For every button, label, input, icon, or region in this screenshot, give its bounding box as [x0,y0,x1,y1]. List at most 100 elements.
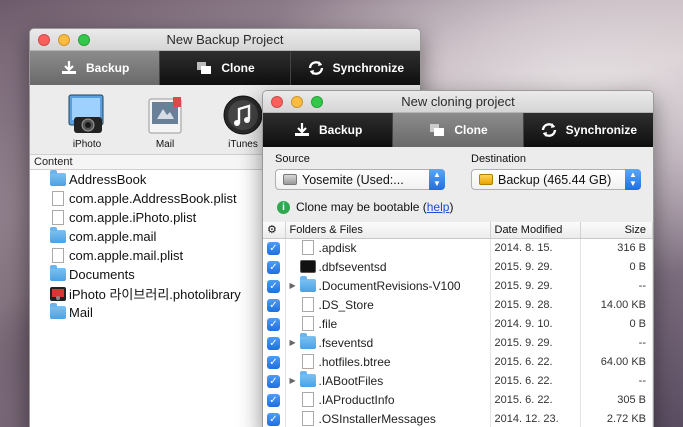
row-date: 2015. 9. 28. [490,295,581,314]
row-name: ▶ .DocumentRevisions-V100 [290,276,490,293]
list-item-label: com.apple.mail [69,229,157,244]
tab-clone[interactable]: Clone [160,51,291,85]
help-link[interactable]: help [427,200,450,214]
folder-icon [299,276,316,292]
clone-settings-panel: Source Yosemite (Used:... ▲ ▼ Destination… [263,147,653,216]
list-item-label: AddressBook [69,172,147,187]
folder-icon [50,303,66,319]
app-mail-label: Mail [155,139,175,150]
destination-select[interactable]: Backup (465.44 GB) ▲ ▼ [471,169,641,190]
table-row[interactable]: ✓ .hotfiles.btree 2015. 6. 22. 64.00 KB [263,352,653,371]
row-name-label: .file [318,316,338,331]
sync-icon [307,60,325,76]
row-name: .IAProductInfo [290,392,490,407]
tab-backup[interactable]: Backup [30,51,161,85]
row-checkbox[interactable]: ✓ [267,394,280,407]
row-name-cell: ▶ .DocumentRevisions-V100 [285,276,491,295]
row-name-label: .OSInstallerMessages [318,411,436,426]
row-checkbox-cell: ✓ [263,276,286,295]
row-checkbox[interactable]: ✓ [267,261,280,274]
row-checkbox-cell: ✓ [263,390,286,409]
row-checkbox[interactable]: ✓ [267,356,280,369]
row-name-label: .hotfiles.btree [318,354,391,369]
window-controls [38,34,90,46]
list-item-label: com.apple.AddressBook.plist [69,191,237,206]
row-checkbox[interactable]: ✓ [267,242,280,256]
table-row[interactable]: ✓ ▶ .fseventsd 2015. 9. 29. -- [263,333,653,352]
row-checkbox[interactable]: ✓ [267,375,280,388]
zoom-button[interactable] [311,96,323,108]
row-name: .file [290,316,490,331]
table-row[interactable]: ✓ .apdisk 2014. 8. 15. 316 B [263,238,653,257]
clone-window-toolbar: Backup Clone Synchronize [263,113,653,147]
source-select[interactable]: Yosemite (Used:... ▲ ▼ [275,169,445,190]
internal-disk-icon [283,174,297,185]
minimize-button[interactable] [291,96,303,108]
table-row[interactable]: ✓ ▶ .IABootFiles 2015. 6. 22. -- [263,371,653,390]
row-size: -- [580,371,653,390]
document-icon [301,316,314,331]
close-button[interactable] [38,34,50,46]
table-row[interactable]: ✓ ▶ .DocumentRevisions-V100 2015. 9. 29. -- [263,276,653,295]
source-label: Source [275,153,310,165]
row-name: .apdisk [290,240,490,256]
row-checkbox[interactable]: ✓ [267,337,280,350]
row-name: .dbfseventsd [290,260,490,274]
folder-icon [50,265,66,281]
disclosure-triangle-icon[interactable]: ▶ [290,338,300,347]
row-name-cell: .hotfiles.btree [285,352,491,371]
row-name-label: .DS_Store [318,297,374,312]
row-name-cell: .DS_Store [285,295,491,314]
source-destination-row: Source Yosemite (Used:... ▲ ▼ Destination… [275,153,641,190]
tab-backup-label: Backup [318,123,363,137]
minimize-button[interactable] [58,34,70,46]
row-checkbox-cell: ✓ [263,257,286,276]
table-row[interactable]: ✓ .IAProductInfo 2015. 6. 22. 305 B [263,390,653,409]
select-all-column-header[interactable]: ⚙ [263,222,286,239]
clone-window-titlebar[interactable]: New cloning project [263,91,653,113]
external-disk-icon [479,174,493,185]
tab-clone-label: Clone [454,123,488,137]
column-header-size[interactable]: Size [580,222,653,239]
row-checkbox[interactable]: ✓ [267,318,280,331]
row-checkbox-cell: ✓ [263,409,286,427]
terminal-icon [299,260,316,273]
tab-synchronize[interactable]: Synchronize [291,51,420,85]
row-name-label: .IABootFiles [318,373,384,388]
clone-window-title: New cloning project [401,94,515,109]
row-size: 64.00 KB [580,352,653,371]
destination-select-value: Backup (465.44 GB) [498,172,612,187]
table-row[interactable]: ✓ .file 2014. 9. 10. 0 B [263,314,653,333]
backup-window-titlebar[interactable]: New Backup Project [30,29,420,51]
chevron-updown-icon: ▲ ▼ [625,169,641,190]
row-name-label: .apdisk [318,240,357,255]
download-icon [293,122,311,138]
table-row[interactable]: ✓ .DS_Store 2015. 9. 28. 14.00 KB [263,295,653,314]
app-itunes-label: iTunes [228,139,258,150]
row-date: 2015. 9. 29. [490,333,581,352]
backup-window-toolbar: Backup Clone Synchronize [30,51,420,85]
row-size: 2.72 KB [580,409,653,427]
cloning-project-window: New cloning project Backup Clone Synchro… [262,90,654,427]
tab-backup[interactable]: Backup [263,113,394,147]
row-date: 2014. 12. 23. [490,409,581,427]
close-button[interactable] [271,96,283,108]
row-checkbox[interactable]: ✓ [267,413,280,426]
tab-synchronize[interactable]: Synchronize [524,113,653,147]
row-date: 2014. 8. 15. [490,238,581,257]
zoom-button[interactable] [78,34,90,46]
app-mail[interactable]: Mail [130,93,200,154]
column-header-date[interactable]: Date Modified [490,222,581,239]
column-header-folders[interactable]: Folders & Files [285,222,491,239]
tab-clone[interactable]: Clone [393,113,524,147]
row-checkbox[interactable]: ✓ [267,299,280,312]
disclosure-triangle-icon[interactable]: ▶ [290,281,300,290]
tab-backup-label: Backup [85,61,130,75]
table-row[interactable]: ✓ .dbfseventsd 2015. 9. 29. 0 B [263,257,653,276]
row-name-cell: ▶ .IABootFiles [285,371,491,390]
disclosure-triangle-icon[interactable]: ▶ [290,376,300,385]
table-row[interactable]: ✓ .OSInstallerMessages 2014. 12. 23. 2.72 K… [263,409,653,427]
row-checkbox[interactable]: ✓ [267,280,280,293]
row-name: .DS_Store [290,297,490,312]
app-iphoto[interactable]: iPhoto [52,93,122,154]
